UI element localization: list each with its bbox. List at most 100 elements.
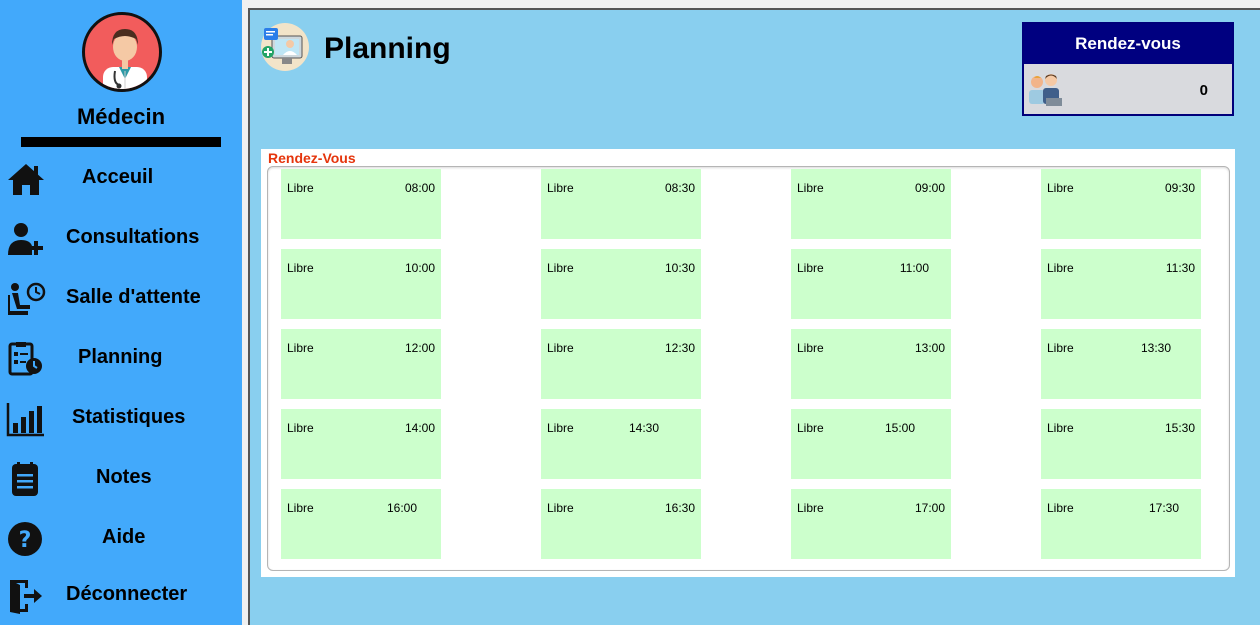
slot-time: 15:30 [1164, 421, 1195, 435]
slot-time: 14:30 [628, 421, 659, 435]
slot-status: Libre [1047, 261, 1074, 275]
planning-icon [8, 342, 42, 376]
slot-status: Libre [287, 341, 314, 355]
slot-status: Libre [1047, 181, 1074, 195]
logout-icon [10, 580, 42, 614]
appointment-slot[interactable]: Libre 15:30 [1041, 409, 1201, 479]
notes-icon [12, 462, 38, 496]
appointment-slot[interactable]: Libre 16:30 [541, 489, 701, 559]
slot-status: Libre [547, 181, 574, 195]
appointment-slot[interactable]: Libre 17:00 [791, 489, 951, 559]
appointment-slot[interactable]: Libre 11:00 [791, 249, 951, 319]
slot-time: 08:30 [664, 181, 695, 195]
slot-time: 10:00 [404, 261, 435, 275]
slot-time: 15:00 [884, 421, 915, 435]
sidebar-item-label: Planning [78, 346, 163, 368]
home-icon [8, 164, 44, 195]
svg-text:?: ? [19, 528, 32, 553]
slot-time: 09:00 [914, 181, 945, 195]
slot-status: Libre [287, 181, 314, 195]
sidebar-item-label: Aide [102, 526, 146, 548]
appointment-slot[interactable]: Libre 10:00 [281, 249, 441, 319]
appointment-slot[interactable]: Libre 14:00 [281, 409, 441, 479]
slot-time: 17:00 [914, 501, 945, 515]
patients-icon [1029, 74, 1062, 106]
slot-status: Libre [797, 501, 824, 515]
sidebar-item-label: Statistiques [72, 406, 186, 428]
appointment-slot[interactable]: Libre 08:30 [541, 169, 701, 239]
waiting-room-icon [8, 282, 46, 315]
slot-time: 14:00 [404, 421, 435, 435]
sidebar-item-planning[interactable]: Planning [0, 336, 242, 380]
slot-time: 10:30 [664, 261, 695, 275]
role-title: Médecin [76, 104, 166, 129]
appointment-slot[interactable]: Libre 12:00 [281, 329, 441, 399]
sidebar-item-label: Notes [96, 466, 152, 488]
add-user-icon [8, 223, 43, 255]
page-title: Planning [324, 32, 451, 65]
rendez-vous-counter: Rendez-vous 0 [1022, 22, 1234, 116]
sidebar-item-notes[interactable]: Notes [0, 456, 242, 500]
doctor-avatar [82, 12, 162, 92]
slot-time: 11:30 [1165, 261, 1195, 275]
rendez-vous-count: 0 [1199, 82, 1208, 99]
slot-time: 08:00 [404, 181, 435, 195]
appointments-grid: Libre 08:00 Libre 08:30 Libre 09:00 Libre 09:30… [267, 166, 1230, 571]
sidebar-item-salle-attente[interactable]: Salle d'attente [0, 276, 242, 320]
sidebar-item-deconnecter[interactable]: Déconnecter [0, 573, 242, 617]
sidebar-item-label: Acceuil [82, 166, 154, 188]
appointment-slot[interactable]: Libre 16:00 [281, 489, 441, 559]
bar-chart-icon [6, 403, 44, 437]
appointment-slot[interactable]: Libre 15:00 [791, 409, 951, 479]
slot-status: Libre [547, 501, 574, 515]
planning-doctor-icon [261, 23, 309, 71]
slot-time: 16:30 [664, 501, 695, 515]
main-content: Planning Rendez-vous 0 Rendez-Vous Libre… [248, 8, 1260, 625]
role-divider [21, 137, 221, 147]
slot-time: 13:00 [914, 341, 945, 355]
slot-status: Libre [287, 261, 314, 275]
sidebar-item-acceuil[interactable]: Acceuil [0, 156, 242, 200]
slot-status: Libre [1047, 501, 1074, 515]
sidebar-item-label: Déconnecter [66, 583, 188, 605]
slot-time: 12:00 [404, 341, 435, 355]
sidebar: Médecin Acceuil Consultations Salle d'at… [0, 0, 242, 625]
appointment-slot[interactable]: Libre 10:30 [541, 249, 701, 319]
slot-time: 11:00 [899, 261, 929, 275]
rendez-vous-counter-title: Rendez-vous [1024, 24, 1232, 64]
appointments-panel-title: Rendez-Vous [268, 150, 356, 166]
sidebar-item-label: Consultations [66, 226, 200, 248]
appointment-slot[interactable]: Libre 08:00 [281, 169, 441, 239]
slot-status: Libre [547, 341, 574, 355]
slot-time: 13:30 [1140, 341, 1171, 355]
appointments-panel: Rendez-Vous Libre 08:00 Libre 08:30 Libre 09:… [261, 149, 1235, 577]
appointment-slot[interactable]: Libre 14:30 [541, 409, 701, 479]
slot-time: 09:30 [1164, 181, 1195, 195]
appointment-slot[interactable]: Libre 13:30 [1041, 329, 1201, 399]
sidebar-item-consultations[interactable]: Consultations [0, 216, 242, 260]
appointment-slot[interactable]: Libre 11:30 [1041, 249, 1201, 319]
slot-status: Libre [797, 421, 824, 435]
slot-status: Libre [797, 181, 824, 195]
slot-status: Libre [287, 421, 314, 435]
appointment-slot[interactable]: Libre 12:30 [541, 329, 701, 399]
slot-status: Libre [547, 421, 574, 435]
slot-status: Libre [1047, 421, 1074, 435]
slot-time: 16:00 [386, 501, 417, 515]
slot-time: 12:30 [664, 341, 695, 355]
sidebar-item-statistiques[interactable]: Statistiques [0, 396, 242, 440]
app-window: Médecin Acceuil Consultations Salle d'at… [0, 0, 1260, 625]
appointment-slot[interactable]: Libre 09:00 [791, 169, 951, 239]
slot-status: Libre [287, 501, 314, 515]
appointment-slot[interactable]: Libre 17:30 [1041, 489, 1201, 559]
sidebar-item-aide[interactable]: ? Aide [0, 516, 242, 560]
slot-status: Libre [797, 341, 824, 355]
appointment-slot[interactable]: Libre 13:00 [791, 329, 951, 399]
sidebar-item-label: Salle d'attente [66, 286, 201, 308]
appointment-slot[interactable]: Libre 09:30 [1041, 169, 1201, 239]
slot-time: 17:30 [1148, 501, 1179, 515]
slot-status: Libre [797, 261, 824, 275]
doctor-icon [103, 29, 147, 89]
help-icon: ? [8, 522, 42, 556]
slot-status: Libre [1047, 341, 1074, 355]
